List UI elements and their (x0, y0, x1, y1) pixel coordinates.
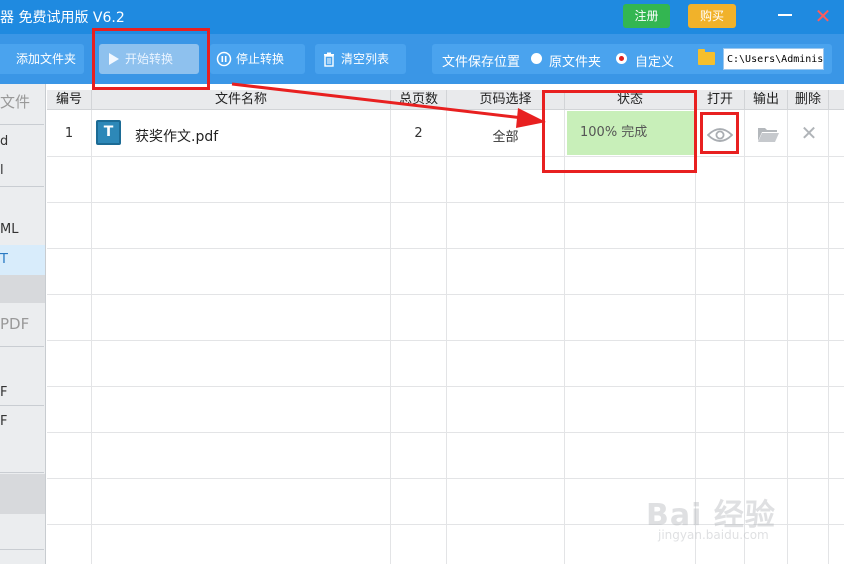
annotation-arrow (231, 82, 546, 128)
watermark-sub: jingyan.baidu.com (658, 528, 769, 542)
watermark-logo: Bai 经验 jingyan.baidu.com (646, 490, 836, 550)
